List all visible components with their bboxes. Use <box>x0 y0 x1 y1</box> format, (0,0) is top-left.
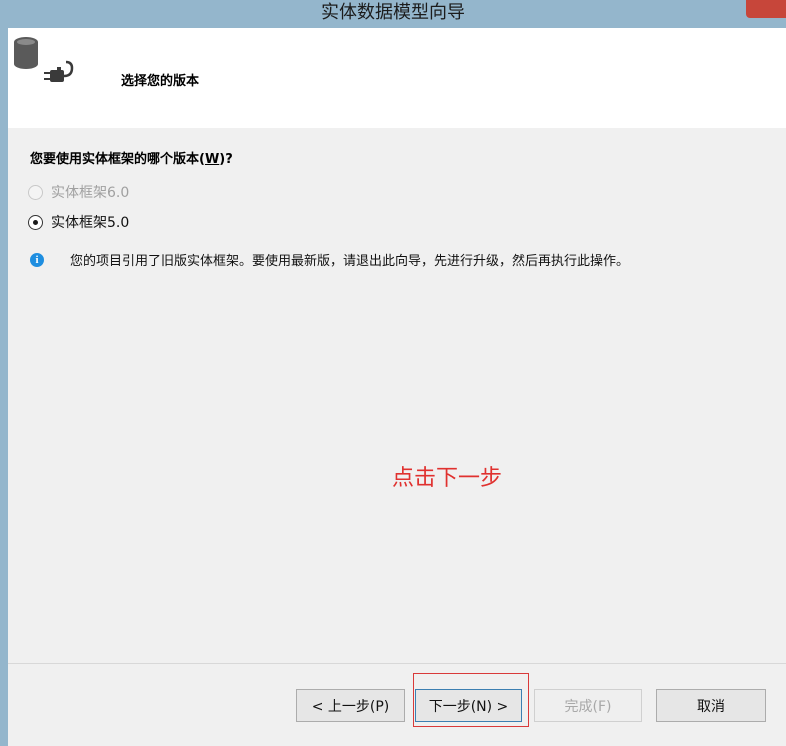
previous-button[interactable]: < 上一步(P) <box>296 689 405 722</box>
option-ef5-label: 实体框架5.0 <box>51 215 130 231</box>
page-title: 选择您的版本 <box>121 74 200 89</box>
wizard-content: 您要使用实体框架的哪个版本(W)? 实体框架6.0 实体框架5.0 i 您的项目… <box>8 128 786 663</box>
info-icon: i <box>30 252 44 267</box>
radio-ef6[interactable] <box>28 184 43 200</box>
cancel-button[interactable]: 取消 <box>656 689 766 722</box>
version-question: 您要使用实体框架的哪个版本(W)? <box>30 148 233 167</box>
info-text: 您的项目引用了旧版实体框架。要使用最新版，请退出此向导，先进行升级，然后再执行此… <box>70 254 630 269</box>
option-ef6-label: 实体框架6.0 <box>51 185 130 201</box>
option-ef5[interactable]: 实体框架5.0 <box>28 212 129 232</box>
database-plug-icon <box>14 37 74 82</box>
window-title: 实体数据模型向导 <box>321 2 465 23</box>
option-ef6[interactable]: 实体框架6.0 <box>28 182 129 202</box>
radio-ef5[interactable] <box>28 214 43 230</box>
wizard-header: 选择您的版本 <box>8 28 786 128</box>
close-button[interactable] <box>746 0 786 18</box>
question-text: 您要使用实体框架的哪个版本( <box>30 152 205 167</box>
annotation-text: 点击下一步 <box>392 466 503 491</box>
question-accelerator-key: W <box>204 152 220 167</box>
finish-button[interactable]: 完成(F) <box>534 689 642 722</box>
annotation-highlight-box <box>413 673 529 727</box>
info-message: i 您的项目引用了旧版实体框架。要使用最新版，请退出此向导，先进行升级，然后再执… <box>30 250 629 269</box>
question-suffix: )? <box>219 152 233 167</box>
